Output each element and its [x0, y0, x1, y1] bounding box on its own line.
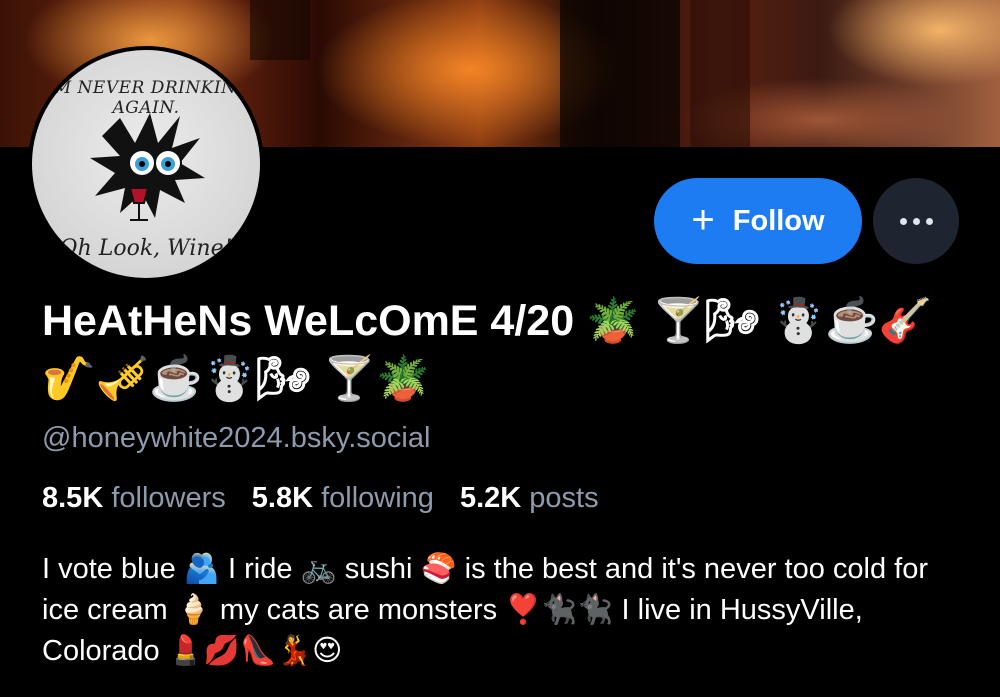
- plus-icon: +: [691, 197, 715, 242]
- avatar-caption-line1: I'M NEVER DRINKING: [41, 78, 251, 98]
- following-count: 5.8K: [251, 482, 314, 514]
- profile-bio: I vote blue 🫂 I ride 🚲 sushi 🍣 is the be…: [42, 553, 929, 667]
- display-name: HeAtHeNs WeLcOmE 4/20 🪴 🍸🌬 ☃️☕️🎸🎷🎺☕️☃️🌬 …: [42, 297, 933, 403]
- profile-avatar[interactable]: I'M NEVER DRINKING AGAIN. Oh Look, Wine!: [28, 46, 264, 282]
- followers-label: followers: [111, 482, 226, 514]
- ellipsis-icon: [899, 217, 907, 225]
- more-options-button[interactable]: [873, 178, 959, 264]
- posts-stat: 5.2K posts: [460, 482, 599, 515]
- follow-button[interactable]: + Follow: [654, 178, 862, 264]
- followers-count: 8.5K: [42, 482, 104, 514]
- posts-label: posts: [529, 482, 599, 514]
- profile-handle: @honeywhite2024.bsky.social: [42, 422, 431, 454]
- following-stat[interactable]: 5.8K following: [252, 482, 434, 515]
- posts-count: 5.2K: [459, 482, 522, 514]
- followers-stat[interactable]: 8.5K followers: [42, 482, 226, 515]
- ellipsis-dot: [912, 217, 920, 225]
- follow-button-label: Follow: [732, 204, 825, 237]
- following-label: following: [321, 482, 434, 514]
- avatar-image: I'M NEVER DRINKING AGAIN. Oh Look, Wine!: [32, 50, 260, 278]
- avatar-caption-bottom: Oh Look, Wine!: [59, 236, 233, 261]
- ellipsis-dot: [925, 217, 933, 225]
- cat-illustration-icon: [90, 113, 205, 221]
- profile-stats: 8.5K followers 5.8K following 5.2K posts: [42, 482, 599, 515]
